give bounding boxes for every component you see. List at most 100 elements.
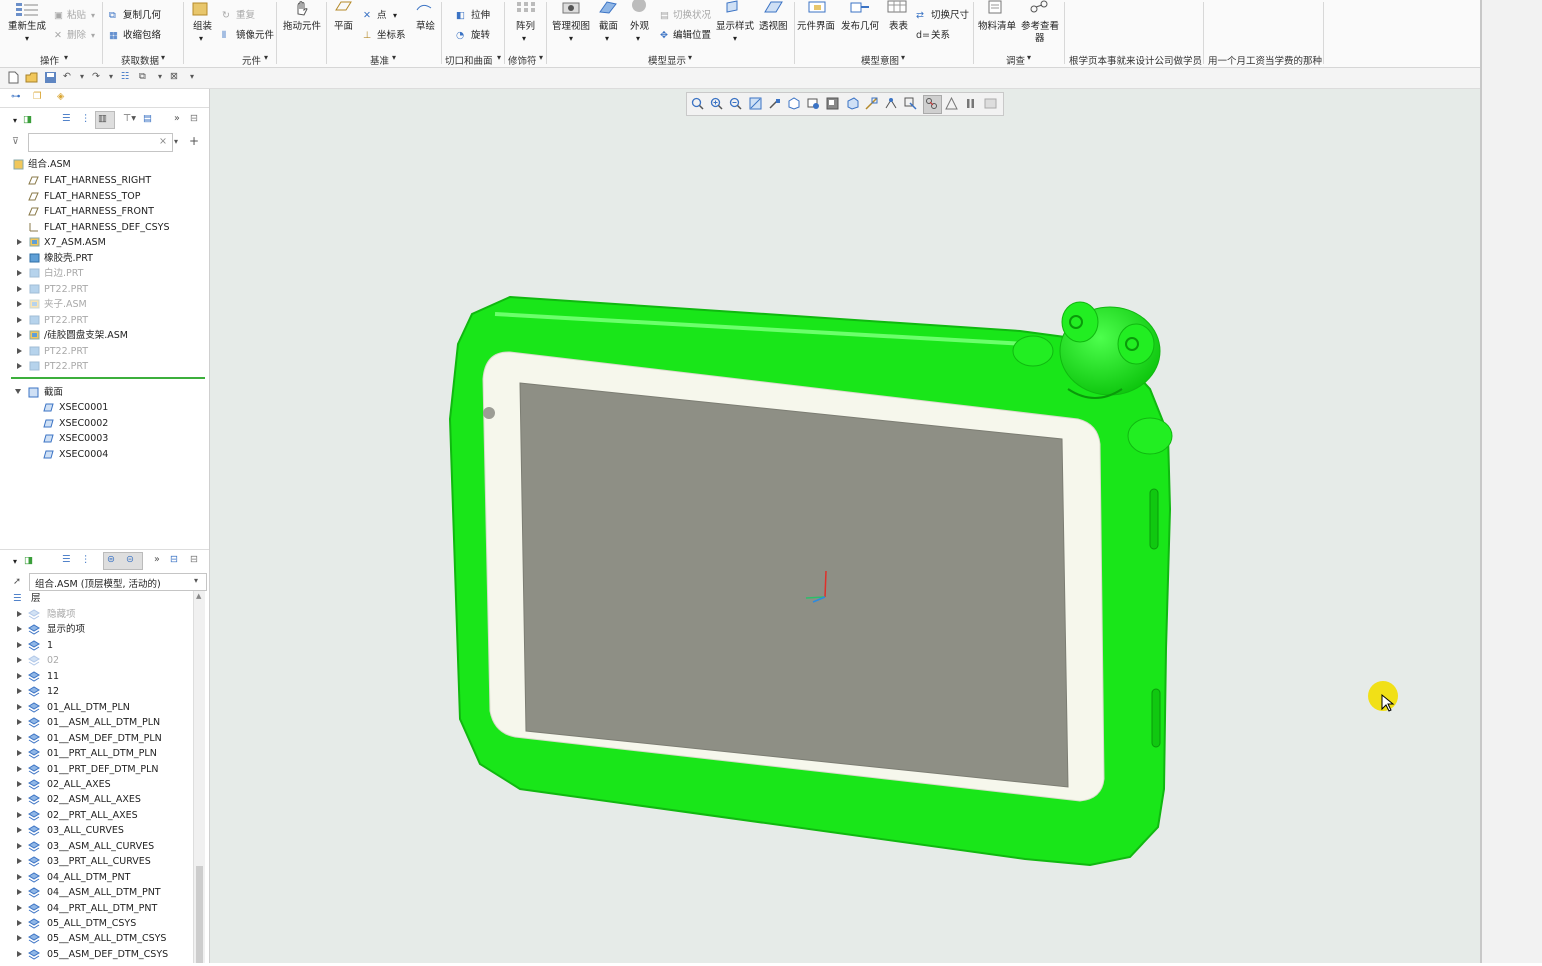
tree-item[interactable]: PT22.PRT	[44, 344, 88, 359]
folder-browser-tab-icon[interactable]: ❐	[33, 91, 42, 103]
layer-tree-scrollbar[interactable]: ▲	[193, 591, 205, 963]
layers-root[interactable]: 层	[31, 591, 41, 606]
manage-views-dropdown-icon[interactable]: ▾	[569, 33, 573, 45]
csys-button[interactable]: 坐标系	[377, 30, 406, 42]
saved-views-icon[interactable]	[787, 97, 800, 110]
filter-icon[interactable]: ⊽	[12, 136, 19, 148]
layer-item[interactable]: 02	[47, 653, 59, 668]
group-label-model-intent[interactable]: 模型意图	[861, 53, 899, 67]
display-style-button[interactable]: 显示样式	[716, 21, 754, 33]
table-button[interactable]: 表表	[889, 21, 908, 33]
bom-button[interactable]: 物料清单	[978, 21, 1016, 33]
group-get-data-dropdown-icon[interactable]: ▾	[161, 53, 165, 62]
tree-expand-icon[interactable]	[17, 332, 22, 338]
manage-views-button[interactable]: 管理视图	[552, 21, 590, 33]
group-label-model-display[interactable]: 模型显示	[648, 53, 686, 67]
section-item[interactable]: XSEC0004	[59, 447, 108, 462]
tree-item[interactable]: 白边.PRT	[44, 266, 83, 281]
relations-button[interactable]: 关系	[931, 30, 950, 42]
shading-icon[interactable]	[846, 97, 859, 110]
layer-item[interactable]: 05_ALL_DTM_CSYS	[47, 916, 136, 931]
group-label-datum[interactable]: 基准	[370, 53, 389, 67]
layer-expand-icon[interactable]	[17, 703, 22, 710]
redo-dropdown-icon[interactable]: ▾	[109, 71, 113, 83]
point-button[interactable]: 点	[377, 10, 387, 22]
tree-item[interactable]: /硅胶圆盘支架.ASM	[44, 328, 128, 343]
undo-dropdown-icon[interactable]: ▾	[80, 71, 84, 83]
section-dropdown-icon[interactable]: ▾	[605, 33, 609, 45]
layer-item[interactable]: 03__PRT_ALL_CURVES	[47, 854, 151, 869]
layer-item[interactable]: 01__ASM_ALL_DTM_PLN	[47, 715, 160, 730]
tree-item[interactable]: FLAT_HARNESS_RIGHT	[44, 173, 151, 188]
assemble-dropdown-icon[interactable]: ▾	[199, 33, 203, 45]
favorites-tab-icon[interactable]: ◈	[57, 91, 64, 103]
layer-expand-icon[interactable]	[17, 672, 22, 679]
windows-dropdown-icon[interactable]: ▾	[158, 71, 162, 83]
appearance-button[interactable]: 外观	[630, 21, 649, 33]
group-datum-dropdown-icon[interactable]: ▾	[392, 53, 396, 62]
layer-expand-icon[interactable]	[17, 641, 22, 648]
layer-item[interactable]: 02__PRT_ALL_AXES	[47, 808, 138, 823]
add-filter-icon[interactable]: +	[189, 135, 199, 147]
layer-expand-icon[interactable]	[17, 935, 22, 942]
layer-item[interactable]: 05__ASM_ALL_DTM_CSYS	[47, 931, 166, 946]
publish-geometry-button[interactable]: 发布几何	[841, 21, 879, 33]
section-item[interactable]: XSEC0002	[59, 416, 108, 431]
layer-item[interactable]: 05__ASM_DEF_DTM_CSYS	[47, 947, 168, 962]
tree-expand-icon[interactable]	[17, 270, 22, 276]
layer-expand-icon[interactable]	[17, 827, 22, 834]
tree-expand-icon[interactable]	[17, 347, 22, 354]
assemble-button[interactable]: 组装	[193, 21, 212, 33]
tree-item[interactable]: PT22.PRT	[44, 313, 88, 328]
paste-dropdown-icon[interactable]: ▾	[91, 10, 95, 22]
display-style-dropdown-icon[interactable]: ▾	[733, 33, 737, 45]
tree-filters-icon[interactable]: ☰	[62, 113, 71, 125]
layer-item[interactable]: 01_ALL_DTM_PLN	[47, 700, 130, 715]
reference-viewer-button-line2[interactable]: 器	[1035, 33, 1045, 45]
layer-expand-icon[interactable]	[17, 657, 22, 664]
reference-viewer-button[interactable]: 参考查看	[1021, 21, 1059, 33]
group-label-custom-1[interactable]: 根学页本事就来设计公司做学员	[1069, 53, 1202, 67]
revolve-button[interactable]: 旋转	[471, 30, 490, 42]
scrollbar-thumb[interactable]	[196, 866, 203, 963]
zoom-in-icon[interactable]	[710, 97, 723, 110]
layer-item[interactable]: 1	[47, 638, 53, 653]
tree-insert-marker[interactable]	[11, 377, 205, 379]
drag-components-button[interactable]: 拖动元件	[283, 21, 321, 33]
layer-expand-icon[interactable]	[17, 796, 22, 803]
mirror-component-button[interactable]: 镜像元件	[236, 30, 274, 42]
delete-button[interactable]: 删除	[67, 30, 86, 42]
clear-search-icon[interactable]: ×	[159, 136, 167, 148]
layer-expand-icon[interactable]	[17, 858, 22, 865]
save-icon[interactable]	[44, 71, 57, 84]
group-model-display-dropdown-icon[interactable]: ▾	[688, 53, 692, 62]
layer-properties-icon[interactable]: ⊟	[190, 554, 198, 566]
tree-expand-icon[interactable]	[17, 301, 22, 307]
layer-expand-icon[interactable]	[17, 873, 22, 880]
annotation-display-icon[interactable]	[885, 97, 898, 110]
more-tools-icon[interactable]: »	[174, 113, 180, 125]
model-tree-tab-icon[interactable]: ⊶	[11, 91, 21, 103]
tree-item[interactable]: FLAT_HARNESS_FRONT	[44, 204, 154, 219]
zoom-out-icon[interactable]	[729, 97, 742, 110]
group-label-investigate[interactable]: 调查	[1006, 53, 1025, 67]
model-tree-root[interactable]: 组合.ASM	[28, 157, 71, 172]
section-item[interactable]: XSEC0003	[59, 431, 108, 446]
tree-columns-icon[interactable]: ⋮	[81, 113, 91, 125]
tree-expand-icon[interactable]	[17, 254, 22, 261]
layer-item[interactable]: 04__PRT_ALL_DTM_PNT	[47, 901, 157, 916]
model-canvas[interactable]	[210, 89, 1480, 963]
group-label-cut-surface[interactable]: 切口和曲面	[445, 53, 493, 67]
layer-item[interactable]: 02__ASM_ALL_AXES	[47, 792, 141, 807]
layer-item[interactable]: 02_ALL_AXES	[47, 777, 111, 792]
screen-area[interactable]	[519, 382, 1069, 788]
more-layer-tools-icon[interactable]: »	[154, 554, 160, 566]
datum-display-icon[interactable]	[865, 97, 878, 110]
layer-expand-icon[interactable]	[17, 765, 22, 772]
point-dropdown-icon[interactable]: ▾	[393, 10, 397, 22]
active-model-dropdown[interactable]: 组合.ASM (顶层模型, 活动的) ▾	[29, 573, 207, 591]
shrinkwrap-button[interactable]: 收缩包络	[123, 30, 161, 42]
group-operations-dropdown-icon[interactable]: ▾	[64, 53, 68, 62]
repeat-button[interactable]: 重复	[236, 10, 255, 22]
windows-icon[interactable]: ⧉	[139, 71, 146, 83]
